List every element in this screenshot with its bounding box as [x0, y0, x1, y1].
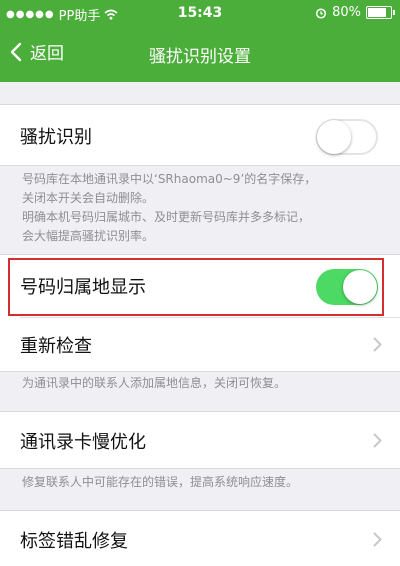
nav-bar: 返回 骚扰识别设置 — [0, 26, 400, 82]
battery-icon — [366, 6, 395, 19]
status-right: 80% — [315, 5, 395, 20]
status-bar: ●●●●● PP助手 15:43 80% — [0, 0, 400, 26]
battery-percent: 80% — [332, 5, 361, 20]
page-title: 骚扰识别设置 — [149, 47, 251, 67]
chevron-right-icon — [373, 532, 382, 547]
recheck-description: 为通讯录中的联系人添加属地信息，关闭可恢复。 — [22, 376, 287, 390]
recheck-label: 重新检查 — [20, 336, 92, 357]
location-group: 号码归属地显示 重新检查 — [0, 254, 400, 372]
header: ●●●●● PP助手 15:43 80% 返回 骚扰识别设置 — [0, 0, 400, 82]
optimize-row[interactable]: 通讯录卡慢优化 — [0, 411, 400, 469]
location-row: 号码归属地显示 — [0, 255, 400, 317]
harass-desc-line: 明确本机号码归属城市、及时更新号码库并多多标记， — [22, 210, 311, 224]
harass-toggle[interactable] — [316, 119, 378, 155]
toggle-knob — [317, 120, 351, 154]
optimize-description: 修复联系人中可能存在的错误，提高系统响应速度。 — [22, 475, 299, 489]
harass-desc-line: 关闭本开关会自动删除。 — [22, 191, 155, 205]
harass-desc-line: 号码库在本地通讯录中以‘SRhaoma0~9’的名字保存， — [22, 172, 317, 186]
recheck-row[interactable]: 重新检查 — [0, 318, 400, 372]
optimize-label: 通讯录卡慢优化 — [20, 432, 146, 453]
tag-fix-row[interactable]: 标签错乱修复 — [0, 510, 400, 566]
harass-desc-line: 会大幅提高骚扰识别率。 — [22, 229, 155, 243]
tag-fix-label: 标签错乱修复 — [20, 531, 128, 552]
location-label: 号码归属地显示 — [20, 277, 146, 298]
harass-label: 骚扰识别 — [20, 127, 92, 148]
chevron-right-icon — [373, 433, 382, 448]
harass-row: 骚扰识别 — [0, 104, 400, 166]
chevron-right-icon — [373, 337, 382, 352]
alarm-icon — [316, 7, 327, 19]
harass-description: 号码库在本地通讯录中以‘SRhaoma0~9’的名字保存， 关闭本开关会自动删除… — [22, 170, 382, 246]
toggle-knob — [343, 270, 377, 304]
location-toggle[interactable] — [316, 269, 378, 305]
